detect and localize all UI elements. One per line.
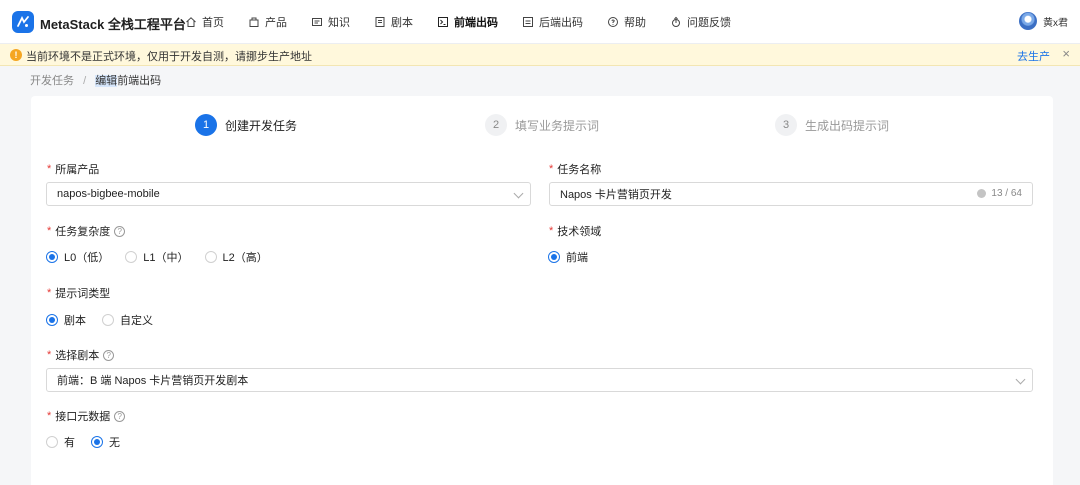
- task-name-field: * 任务名称: [549, 162, 601, 176]
- step-number: 3: [775, 114, 797, 136]
- prompt-type-radio-group: 剧本 自定义: [46, 312, 169, 328]
- domain-radio-group: 前端: [548, 249, 604, 265]
- product-field: * 所属产品: [47, 162, 99, 176]
- top-nav: MetaStack 全栈工程平台 首页 产品 知识 剧本 前端出码 后端出码 帮: [0, 0, 1080, 44]
- feedback-icon: [672, 16, 680, 27]
- char-counter: 13 / 64: [977, 188, 1022, 199]
- nav-label: 知识: [328, 17, 350, 29]
- script-label: * 选择剧本?: [47, 348, 115, 362]
- help-icon: [608, 17, 618, 27]
- nav-label: 剧本: [391, 17, 413, 29]
- step-2: 2 填写业务提示词: [485, 114, 599, 136]
- breadcrumb-separator: /: [83, 75, 87, 87]
- api-meta-option-yes[interactable]: 有: [46, 434, 75, 450]
- frontend-code-icon: [438, 17, 448, 27]
- task-name-value: Napos 卡片营销页开发: [560, 189, 672, 201]
- help-icon[interactable]: ?: [114, 410, 126, 422]
- clear-icon[interactable]: [977, 189, 987, 198]
- task-name-input[interactable]: Napos 卡片营销页开发 13 / 64: [549, 182, 1033, 206]
- help-icon[interactable]: ?: [103, 349, 115, 361]
- script-field: * 选择剧本?: [47, 348, 115, 362]
- domain-field: * 技术领域: [549, 224, 601, 238]
- radio-selected: [46, 251, 58, 263]
- help-icon[interactable]: ?: [114, 225, 126, 237]
- nav-item-frontend-code[interactable]: 前端出码: [437, 0, 498, 44]
- prompt-type-field: * 提示词类型: [47, 286, 110, 300]
- product-select[interactable]: napos-bigbee-mobile: [46, 182, 531, 206]
- breadcrumb-parent[interactable]: 开发任务: [30, 75, 74, 87]
- main-nav: 首页 产品 知识 剧本 前端出码 后端出码 帮助 问题反馈: [185, 0, 755, 44]
- complexity-radio-group: L0（低） L1（中） L2（高）: [46, 249, 284, 265]
- nav-label: 问题反馈: [687, 17, 731, 29]
- radio-unselected: [46, 436, 58, 448]
- book-icon: [312, 18, 322, 26]
- api-meta-option-no[interactable]: 无: [91, 434, 120, 450]
- backend-code-icon: [523, 17, 533, 27]
- nav-item-home[interactable]: 首页: [185, 0, 224, 44]
- complexity-option-l1[interactable]: L1（中）: [125, 249, 189, 265]
- step-1: 1 创建开发任务: [195, 114, 297, 136]
- radio-selected: [46, 314, 58, 326]
- api-meta-label: * 接口元数据?: [47, 409, 126, 423]
- breadcrumb-current-highlight: 编辑: [95, 75, 118, 87]
- nav-item-knowledge[interactable]: 知识: [311, 0, 350, 44]
- close-icon[interactable]: ×: [1062, 47, 1070, 61]
- home-icon: [186, 17, 196, 27]
- step-label: 生成出码提示词: [805, 118, 890, 133]
- domain-option-frontend[interactable]: 前端: [548, 249, 588, 265]
- avatar: [1019, 12, 1037, 30]
- breadcrumb: 开发任务 / 编辑前端出码: [30, 72, 161, 88]
- nav-label: 前端出码: [454, 17, 498, 29]
- radio-unselected: [102, 314, 114, 326]
- task-form-card: 1 创建开发任务 2 填写业务提示词 3 生成出码提示词 * 所属产品 napos…: [31, 96, 1053, 485]
- prompt-type-option-custom[interactable]: 自定义: [102, 312, 153, 328]
- user-menu[interactable]: 黄x君: [1019, 12, 1068, 30]
- prompt-type-option-script[interactable]: 剧本: [46, 312, 86, 328]
- user-name: 黄x君: [1043, 17, 1068, 29]
- step-label: 创建开发任务: [225, 118, 298, 133]
- radio-selected: [91, 436, 103, 448]
- breadcrumb-current: 前端出码: [117, 75, 162, 87]
- brand-title: MetaStack 全栈工程平台: [40, 17, 186, 32]
- complexity-label: * 任务复杂度?: [47, 224, 126, 238]
- radio-selected: [548, 251, 560, 263]
- script-select[interactable]: 前端：B 端 Napos 卡片营销页开发剧本: [46, 368, 1033, 392]
- metastack-logo[interactable]: [12, 11, 34, 33]
- domain-label: * 技术领域: [549, 225, 602, 238]
- chevron-down-icon: [513, 188, 524, 199]
- complexity-option-l0[interactable]: L0（低）: [46, 249, 109, 265]
- script-value: 前端：B 端 Napos 卡片营销页开发剧本: [57, 375, 249, 387]
- nav-item-feedback[interactable]: 问题反馈: [670, 0, 731, 44]
- nav-item-script[interactable]: 剧本: [374, 0, 413, 44]
- product-value: napos-bigbee-mobile: [57, 188, 160, 200]
- script-icon: [375, 17, 385, 27]
- complexity-field: * 任务复杂度?: [47, 224, 126, 238]
- go-production-link[interactable]: 去生产: [1017, 48, 1050, 64]
- step-label: 填写业务提示词: [515, 118, 600, 133]
- chevron-down-icon: [1015, 374, 1026, 385]
- complexity-option-l2[interactable]: L2（高）: [204, 249, 268, 265]
- banner-text: 当前环境不是正式环境，仅用于开发自测，请挪步生产地址: [26, 51, 312, 63]
- nav-label: 首页: [202, 17, 224, 29]
- nav-item-help[interactable]: 帮助: [607, 0, 646, 44]
- step-number: 1: [195, 114, 217, 136]
- nav-label: 帮助: [624, 17, 646, 29]
- nav-label: 后端出码: [539, 17, 583, 29]
- task-name-label: * 任务名称: [549, 163, 602, 176]
- step-3: 3 生成出码提示词: [775, 114, 889, 136]
- api-meta-radio-group: 有 无: [46, 434, 136, 450]
- api-meta-field: * 接口元数据?: [47, 409, 126, 423]
- radio-unselected: [204, 251, 217, 263]
- prompt-type-label: * 提示词类型: [47, 287, 111, 300]
- product-icon: [249, 17, 259, 27]
- radio-unselected: [125, 251, 138, 263]
- nav-item-product[interactable]: 产品: [248, 0, 287, 44]
- nav-label: 产品: [265, 17, 287, 29]
- environment-warning-banner: ! 当前环境不是正式环境，仅用于开发自测，请挪步生产地址 去生产 ×: [0, 44, 1080, 66]
- warning-icon: !: [10, 49, 22, 61]
- step-number: 2: [485, 114, 507, 136]
- nav-item-backend-code[interactable]: 后端出码: [522, 0, 583, 44]
- product-label: * 所属产品: [47, 163, 100, 176]
